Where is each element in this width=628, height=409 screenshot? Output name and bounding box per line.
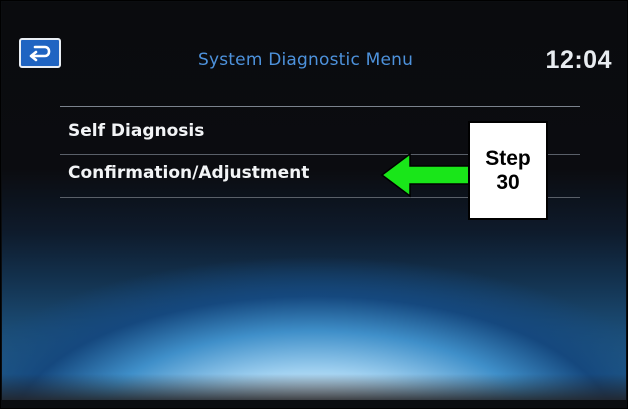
page-title: System Diagnostic Menu (198, 50, 414, 70)
menu-item-label: Self Diagnosis (68, 121, 205, 141)
green-left-arrow-icon (380, 152, 471, 198)
menu-divider-top (60, 106, 580, 107)
back-button[interactable] (19, 38, 61, 68)
return-arrow-icon (29, 45, 51, 62)
step-callout-number: 30 (496, 170, 520, 194)
step-callout-label: Step (485, 146, 531, 170)
clock-display: 12:04 (545, 46, 612, 74)
menu-item-label: Confirmation/Adjustment (68, 163, 310, 183)
step-callout-box: Step 30 (468, 121, 548, 220)
